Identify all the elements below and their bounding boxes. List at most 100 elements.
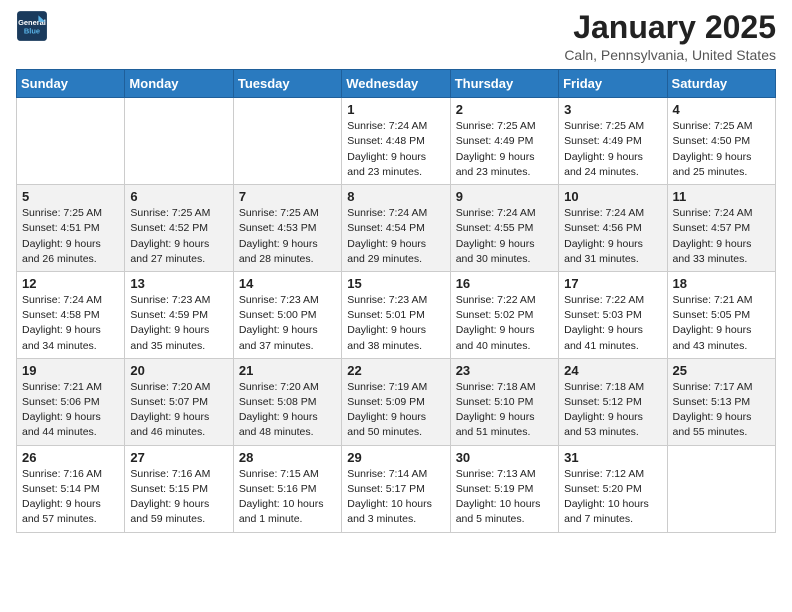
day-number: 18 xyxy=(673,276,770,291)
day-cell: 11 Sunrise: 7:24 AM Sunset: 4:57 PM Dayli… xyxy=(667,185,775,272)
day-number: 28 xyxy=(239,450,336,465)
day-cell: 7Sunrise: 7:25 AM Sunset: 4:53 PM Daylig… xyxy=(233,185,341,272)
day-cell: 16Sunrise: 7:22 AM Sunset: 5:02 PM Dayli… xyxy=(450,271,558,358)
day-cell: 6 Sunrise: 7:25 AM Sunset: 4:52 PM Daylig… xyxy=(125,185,233,272)
day-info: Sunrise: 7:21 AM Sunset: 5:05 PM Dayligh… xyxy=(673,293,770,354)
day-cell: 21Sunrise: 7:20 AM Sunset: 5:08 PM Dayli… xyxy=(233,358,341,445)
day-info: Sunrise: 7:25 AM Sunset: 4:50 PM Dayligh… xyxy=(673,119,770,180)
day-info: Sunrise: 7:18 AM Sunset: 5:10 PM Dayligh… xyxy=(456,380,553,441)
day-number: 13 xyxy=(130,276,227,291)
location-title: Caln, Pennsylvania, United States xyxy=(564,47,776,63)
day-number: 27 xyxy=(130,450,227,465)
day-info: Sunrise: 7:24 AM Sunset: 4:56 PM Dayligh… xyxy=(564,206,661,267)
title-area: January 2025 Caln, Pennsylvania, United … xyxy=(564,10,776,63)
day-cell: 26 Sunrise: 7:16 AM Sunset: 5:14 PM Dayli… xyxy=(17,445,125,532)
day-number: 21 xyxy=(239,363,336,378)
day-info: Sunrise: 7:21 AM Sunset: 5:06 PM Dayligh… xyxy=(22,380,119,441)
logo-icon: General Blue xyxy=(16,10,48,42)
day-info: Sunrise: 7:25 AM Sunset: 4:52 PM Dayligh… xyxy=(130,206,227,267)
day-info: Sunrise: 7:24 AM Sunset: 4:55 PM Dayligh… xyxy=(456,206,553,267)
day-info: Sunrise: 7:23 AM Sunset: 4:59 PM Dayligh… xyxy=(130,293,227,354)
day-cell: 29Sunrise: 7:14 AM Sunset: 5:17 PM Dayli… xyxy=(342,445,450,532)
weekday-header-sunday: Sunday xyxy=(17,70,125,98)
day-info: Sunrise: 7:24 AM Sunset: 4:48 PM Dayligh… xyxy=(347,119,444,180)
day-info: Sunrise: 7:25 AM Sunset: 4:49 PM Dayligh… xyxy=(564,119,661,180)
day-info: Sunrise: 7:24 AM Sunset: 4:58 PM Dayligh… xyxy=(22,293,119,354)
day-number: 20 xyxy=(130,363,227,378)
day-info: Sunrise: 7:18 AM Sunset: 5:12 PM Dayligh… xyxy=(564,380,661,441)
day-number: 2 xyxy=(456,102,553,117)
day-info: Sunrise: 7:22 AM Sunset: 5:03 PM Dayligh… xyxy=(564,293,661,354)
day-info: Sunrise: 7:13 AM Sunset: 5:19 PM Dayligh… xyxy=(456,467,553,528)
day-number: 6 xyxy=(130,189,227,204)
day-cell: 3 Sunrise: 7:25 AM Sunset: 4:49 PM Daylig… xyxy=(559,98,667,185)
day-info: Sunrise: 7:25 AM Sunset: 4:49 PM Dayligh… xyxy=(456,119,553,180)
day-cell xyxy=(17,98,125,185)
day-cell: 27 Sunrise: 7:16 AM Sunset: 5:15 PM Dayli… xyxy=(125,445,233,532)
day-info: Sunrise: 7:25 AM Sunset: 4:53 PM Dayligh… xyxy=(239,206,336,267)
day-cell: 19Sunrise: 7:21 AM Sunset: 5:06 PM Dayli… xyxy=(17,358,125,445)
day-number: 10 xyxy=(564,189,661,204)
header: General Blue January 2025 Caln, Pennsylv… xyxy=(16,10,776,63)
day-info: Sunrise: 7:19 AM Sunset: 5:09 PM Dayligh… xyxy=(347,380,444,441)
weekday-header-monday: Monday xyxy=(125,70,233,98)
page: General Blue January 2025 Caln, Pennsylv… xyxy=(0,0,792,543)
day-cell xyxy=(233,98,341,185)
day-number: 25 xyxy=(673,363,770,378)
day-info: Sunrise: 7:16 AM Sunset: 5:15 PM Dayligh… xyxy=(130,467,227,528)
day-cell: 31 Sunrise: 7:12 AM Sunset: 5:20 PM Dayli… xyxy=(559,445,667,532)
day-number: 14 xyxy=(239,276,336,291)
day-number: 1 xyxy=(347,102,444,117)
day-number: 12 xyxy=(22,276,119,291)
day-number: 16 xyxy=(456,276,553,291)
day-cell: 14 Sunrise: 7:23 AM Sunset: 5:00 PM Dayli… xyxy=(233,271,341,358)
day-info: Sunrise: 7:23 AM Sunset: 5:00 PM Dayligh… xyxy=(239,293,336,354)
day-cell: 20 Sunrise: 7:20 AM Sunset: 5:07 PM Dayli… xyxy=(125,358,233,445)
day-cell: 15 Sunrise: 7:23 AM Sunset: 5:01 PM Dayli… xyxy=(342,271,450,358)
day-info: Sunrise: 7:15 AM Sunset: 5:16 PM Dayligh… xyxy=(239,467,336,528)
day-number: 29 xyxy=(347,450,444,465)
day-number: 31 xyxy=(564,450,661,465)
week-row-4: 19Sunrise: 7:21 AM Sunset: 5:06 PM Dayli… xyxy=(17,358,776,445)
svg-text:Blue: Blue xyxy=(24,26,40,35)
day-cell: 28 Sunrise: 7:15 AM Sunset: 5:16 PM Dayli… xyxy=(233,445,341,532)
week-row-2: 5Sunrise: 7:25 AM Sunset: 4:51 PM Daylig… xyxy=(17,185,776,272)
day-info: Sunrise: 7:20 AM Sunset: 5:07 PM Dayligh… xyxy=(130,380,227,441)
weekday-header-saturday: Saturday xyxy=(667,70,775,98)
day-info: Sunrise: 7:24 AM Sunset: 4:54 PM Dayligh… xyxy=(347,206,444,267)
day-cell: 1 Sunrise: 7:24 AM Sunset: 4:48 PM Daylig… xyxy=(342,98,450,185)
day-cell: 4 Sunrise: 7:25 AM Sunset: 4:50 PM Daylig… xyxy=(667,98,775,185)
day-number: 24 xyxy=(564,363,661,378)
day-cell: 8Sunrise: 7:24 AM Sunset: 4:54 PM Daylig… xyxy=(342,185,450,272)
day-cell xyxy=(667,445,775,532)
day-cell xyxy=(125,98,233,185)
day-cell: 9 Sunrise: 7:24 AM Sunset: 4:55 PM Daylig… xyxy=(450,185,558,272)
day-number: 23 xyxy=(456,363,553,378)
day-cell: 22Sunrise: 7:19 AM Sunset: 5:09 PM Dayli… xyxy=(342,358,450,445)
day-number: 15 xyxy=(347,276,444,291)
day-info: Sunrise: 7:24 AM Sunset: 4:57 PM Dayligh… xyxy=(673,206,770,267)
day-info: Sunrise: 7:12 AM Sunset: 5:20 PM Dayligh… xyxy=(564,467,661,528)
week-row-5: 26 Sunrise: 7:16 AM Sunset: 5:14 PM Dayli… xyxy=(17,445,776,532)
day-cell: 24 Sunrise: 7:18 AM Sunset: 5:12 PM Dayli… xyxy=(559,358,667,445)
day-number: 17 xyxy=(564,276,661,291)
day-cell: 12 Sunrise: 7:24 AM Sunset: 4:58 PM Dayli… xyxy=(17,271,125,358)
weekday-header-row: SundayMondayTuesdayWednesdayThursdayFrid… xyxy=(17,70,776,98)
day-number: 30 xyxy=(456,450,553,465)
day-number: 11 xyxy=(673,189,770,204)
day-info: Sunrise: 7:16 AM Sunset: 5:14 PM Dayligh… xyxy=(22,467,119,528)
day-number: 9 xyxy=(456,189,553,204)
week-row-3: 12 Sunrise: 7:24 AM Sunset: 4:58 PM Dayli… xyxy=(17,271,776,358)
day-cell: 30 Sunrise: 7:13 AM Sunset: 5:19 PM Dayli… xyxy=(450,445,558,532)
day-cell: 23 Sunrise: 7:18 AM Sunset: 5:10 PM Dayli… xyxy=(450,358,558,445)
weekday-header-friday: Friday xyxy=(559,70,667,98)
day-cell: 13 Sunrise: 7:23 AM Sunset: 4:59 PM Dayli… xyxy=(125,271,233,358)
month-title: January 2025 xyxy=(564,10,776,45)
day-number: 26 xyxy=(22,450,119,465)
day-info: Sunrise: 7:25 AM Sunset: 4:51 PM Dayligh… xyxy=(22,206,119,267)
day-number: 4 xyxy=(673,102,770,117)
day-cell: 18 Sunrise: 7:21 AM Sunset: 5:05 PM Dayli… xyxy=(667,271,775,358)
day-info: Sunrise: 7:23 AM Sunset: 5:01 PM Dayligh… xyxy=(347,293,444,354)
day-number: 3 xyxy=(564,102,661,117)
day-cell: 25Sunrise: 7:17 AM Sunset: 5:13 PM Dayli… xyxy=(667,358,775,445)
